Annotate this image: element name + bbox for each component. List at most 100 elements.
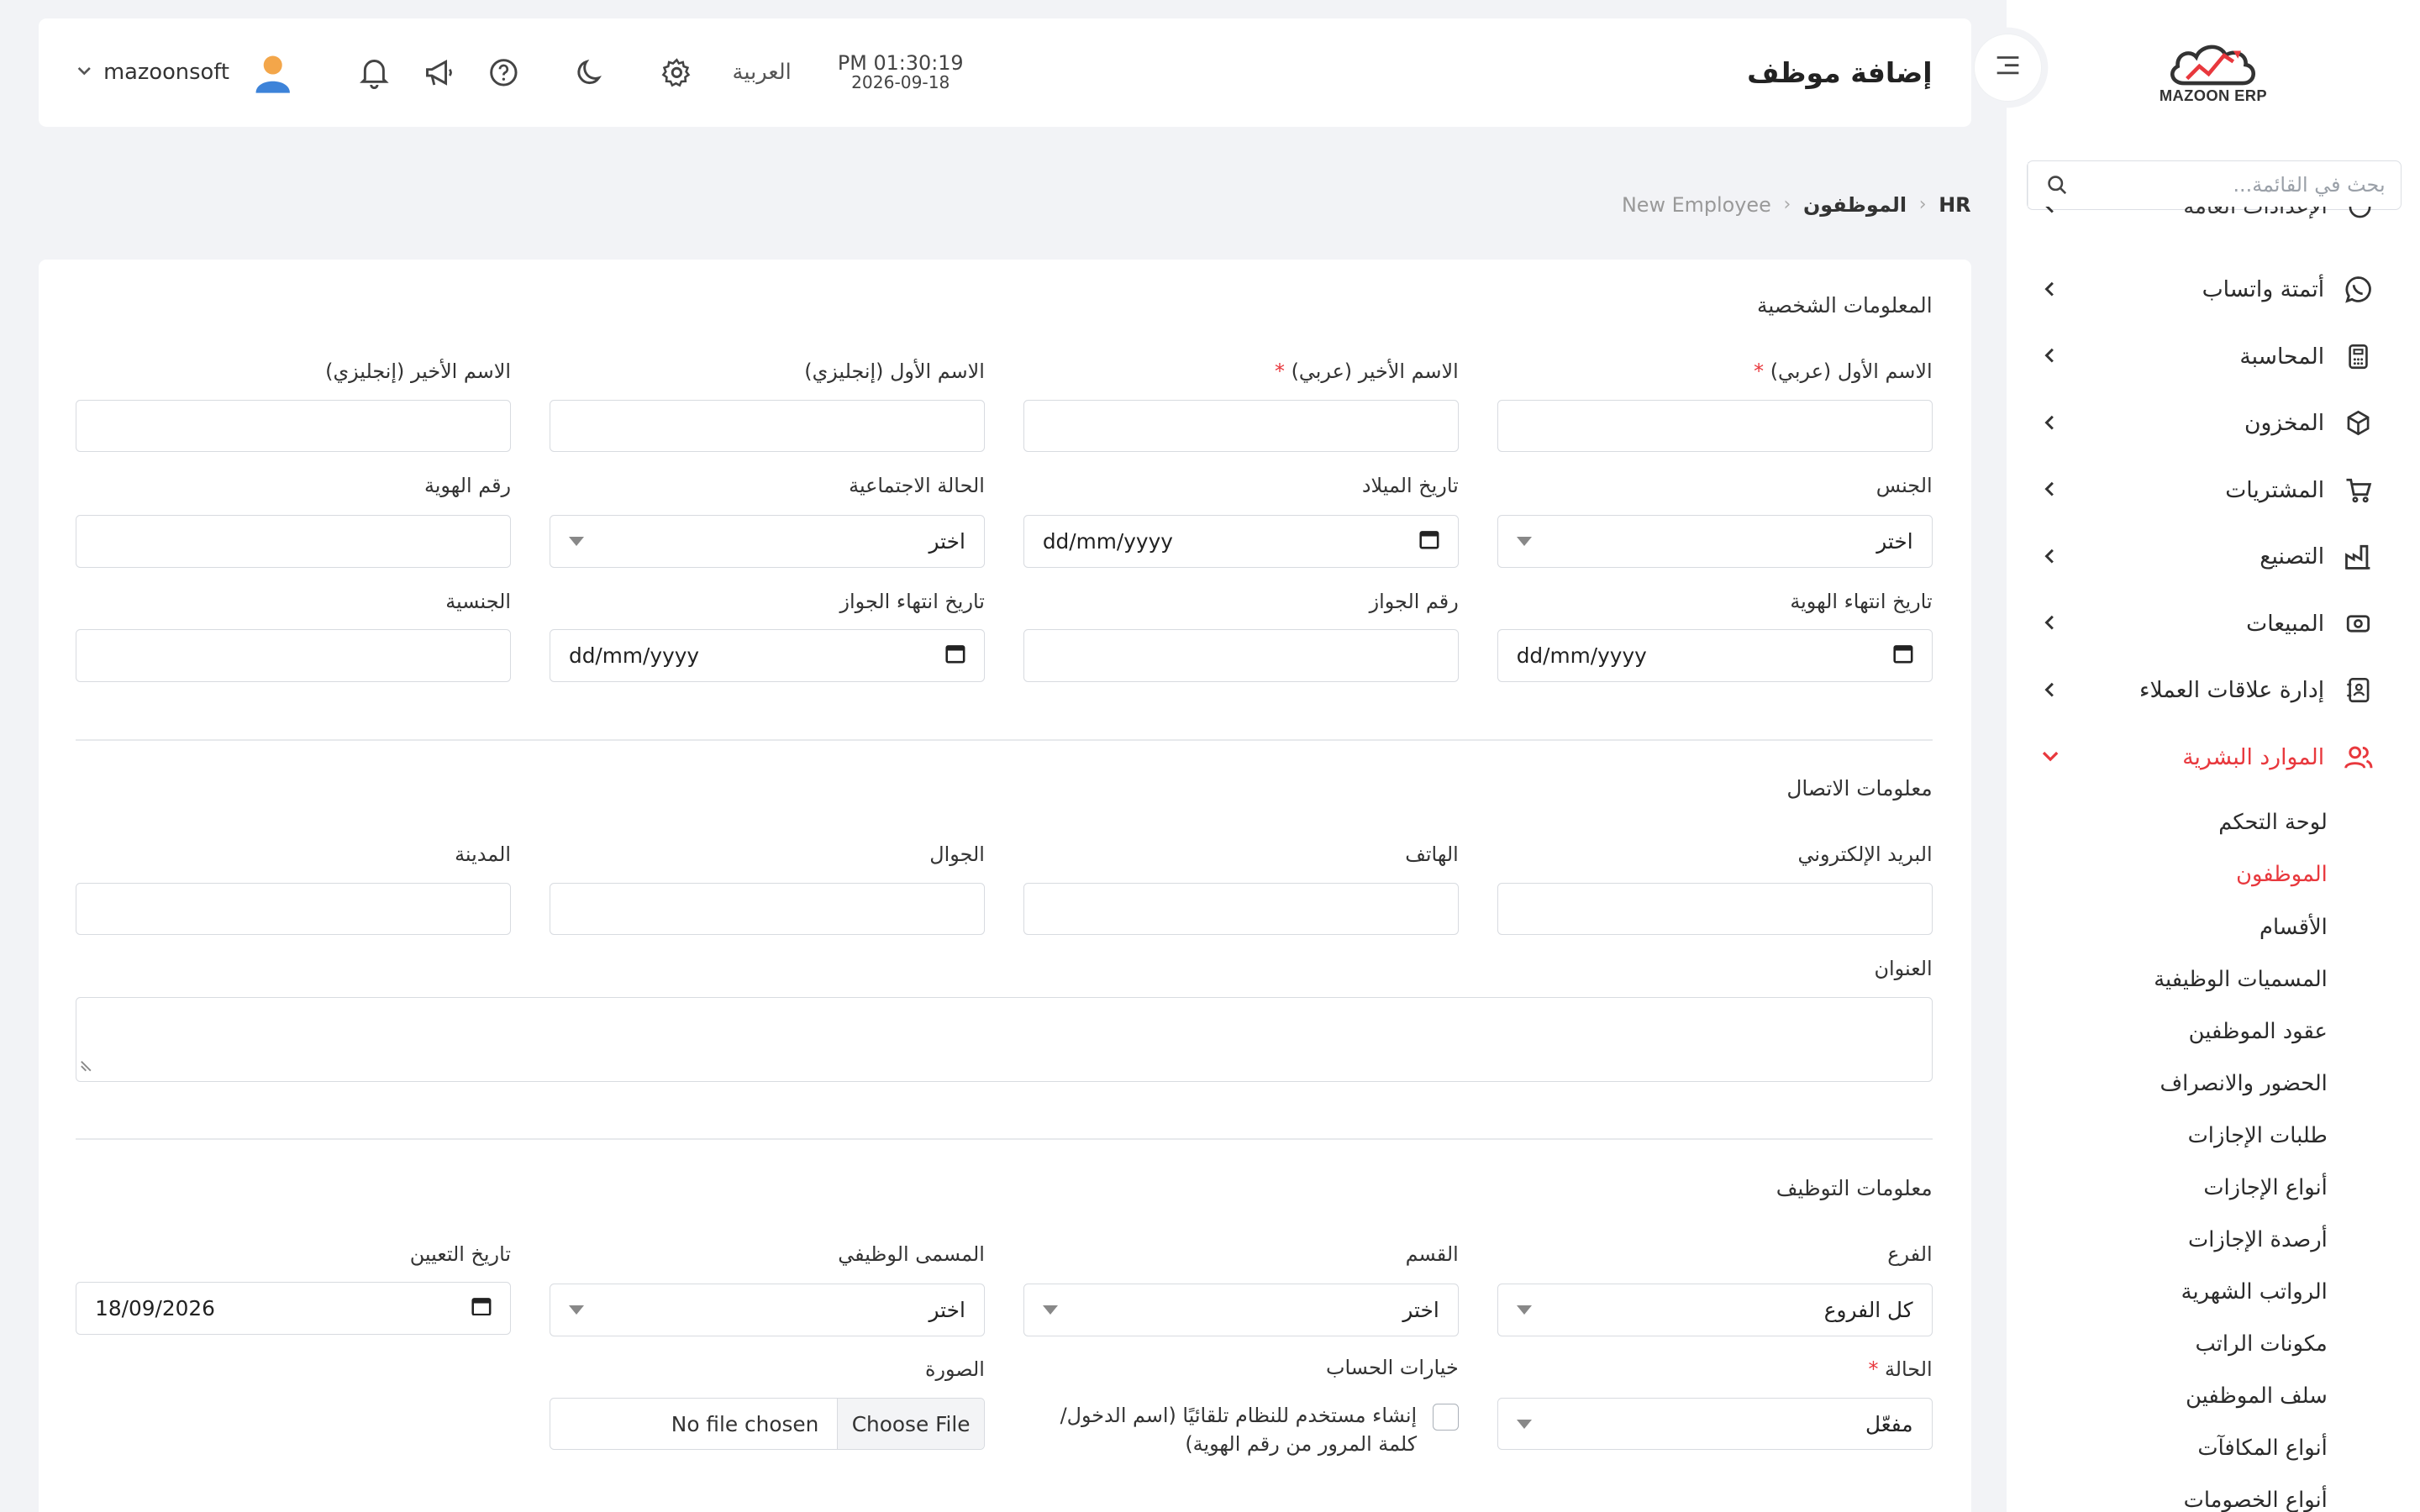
calendar-icon[interactable]: [1893, 643, 1913, 669]
sidebar-item-general-settings[interactable]: الإعدادات العامة: [2042, 207, 2374, 234]
nationality-input[interactable]: [76, 629, 511, 682]
first-name-ar-input[interactable]: [1497, 399, 1933, 453]
label-account-options: خيارات الحساب: [1326, 1356, 1459, 1380]
app-logo[interactable]: MAZOON ERP: [2158, 37, 2269, 114]
sidebar-item-manufacturing[interactable]: التصنيع: [2042, 523, 2374, 591]
label-gender: الجنس: [1876, 473, 1933, 497]
section-divider: [76, 1138, 1933, 1141]
mobile-input[interactable]: [549, 882, 985, 936]
moon-icon[interactable]: [572, 54, 609, 91]
passport-expiry-input[interactable]: dd/mm/yyyy: [549, 629, 985, 682]
sidebar-subitem-leave-balances[interactable]: أرصدة الإجازات: [2042, 1214, 2374, 1266]
sidebar-toggle-button[interactable]: [1974, 34, 2043, 102]
sidebar-subitem-leave-types[interactable]: أنواع الإجازات: [2042, 1162, 2374, 1214]
breadcrumb-root[interactable]: HR: [1939, 193, 1970, 217]
calendar-icon[interactable]: [471, 1296, 492, 1321]
sidebar-item-label: الموارد البشرية: [2182, 743, 2325, 770]
label-first-name-en: الاسم الأول (إنجليزي): [804, 359, 985, 383]
chevron-down-icon: [77, 64, 92, 82]
chevron-left-icon: [2042, 410, 2057, 436]
last-name-ar-input[interactable]: [1023, 399, 1459, 453]
first-name-en-input[interactable]: [549, 399, 985, 453]
department-select[interactable]: اختر: [1023, 1284, 1459, 1336]
city-input[interactable]: [76, 882, 511, 936]
label-nationality: الجنسية: [445, 589, 511, 613]
sidebar-subitem-job-titles[interactable]: المسميات الوظيفية: [2042, 953, 2374, 1005]
photo-file-input[interactable]: Choose File No file chosen: [549, 1398, 985, 1451]
avatar[interactable]: [251, 51, 294, 94]
create-user-checkbox-label[interactable]: إنشاء مستخدم للنظام تلقائيًا (اسم الدخول…: [1023, 1401, 1418, 1459]
sidebar-subitem-dashboard[interactable]: لوحة التحكم: [2042, 796, 2374, 848]
email-input[interactable]: [1497, 882, 1933, 936]
help-icon[interactable]: [486, 54, 523, 91]
sidebar-item-crm[interactable]: إدارة علاقات العملاء: [2042, 657, 2374, 724]
birth-date-input[interactable]: dd/mm/yyyy: [1023, 515, 1459, 568]
resize-handle-icon[interactable]: [80, 1053, 94, 1078]
sidebar-item-label: المبيعات: [2246, 610, 2325, 637]
marital-status-select[interactable]: اختر: [549, 515, 985, 568]
gear-icon[interactable]: [658, 54, 695, 91]
sidebar-item-label: أتمتة واتساب: [2202, 276, 2325, 303]
branch-select[interactable]: كل الفروع: [1497, 1284, 1933, 1336]
sidebar-subitem-payroll[interactable]: الرواتب الشهرية: [2042, 1266, 2374, 1318]
sidebar-subitem-advances[interactable]: سلف الموظفين: [2042, 1370, 2374, 1422]
gender-select[interactable]: اختر: [1497, 515, 1933, 568]
sidebar-subitem-contracts[interactable]: عقود الموظفين: [2042, 1005, 2374, 1058]
logo-text: MAZOON ERP: [2159, 86, 2267, 104]
label-status: الحالة *: [1868, 1357, 1933, 1382]
chevron-left-icon: [2042, 207, 2057, 219]
sidebar-item-hr[interactable]: الموارد البشرية: [2042, 724, 2374, 791]
passport-number-input[interactable]: [1023, 629, 1459, 682]
address-textarea[interactable]: [76, 996, 1933, 1082]
clock-date: 2026-09-18: [851, 72, 950, 93]
whatsapp-icon: [2343, 274, 2374, 305]
breadcrumb-section[interactable]: الموظفون: [1803, 193, 1907, 217]
create-user-option: إنشاء مستخدم للنظام تلقائيًا (اسم الدخول…: [1023, 1401, 1459, 1459]
label-marital-status: الحالة الاجتماعية: [849, 473, 985, 497]
megaphone-icon[interactable]: [421, 54, 458, 91]
sidebar-subitem-salary-components[interactable]: مكونات الراتب: [2042, 1318, 2374, 1370]
dropdown-arrow-icon: [1516, 1419, 1532, 1429]
contacts-icon: [2343, 675, 2374, 706]
user-menu[interactable]: mazoonsoft: [77, 60, 229, 85]
cart-icon: [2343, 475, 2374, 506]
sidebar-item-inventory[interactable]: المخزون: [2042, 390, 2374, 457]
header-actions: mazoonsoft العربية PM 01:30:19 2026-09-1…: [77, 51, 964, 94]
status-select[interactable]: مفعّل: [1497, 1398, 1933, 1451]
sidebar-subitem-employees[interactable]: الموظفون: [2042, 848, 2374, 900]
sidebar-subitem-leave-requests[interactable]: طلبات الإجازات: [2042, 1110, 2374, 1162]
search-icon[interactable]: [2027, 161, 2086, 208]
job-title-select[interactable]: اختر: [549, 1284, 985, 1336]
chevron-left-icon: [2042, 543, 2057, 570]
box-icon: [2343, 407, 2374, 438]
create-user-checkbox[interactable]: [1432, 1404, 1459, 1431]
sidebar-item-accounting[interactable]: المحاسبة: [2042, 323, 2374, 390]
id-number-input[interactable]: [76, 515, 511, 568]
chevron-left-icon: ‹: [1918, 194, 1927, 216]
sidebar-subitem-bonus-types[interactable]: أنواع المكافآت: [2042, 1422, 2374, 1474]
language-switch[interactable]: العربية: [733, 60, 792, 85]
id-expiry-input[interactable]: dd/mm/yyyy: [1497, 629, 1933, 682]
sidebar-item-sales[interactable]: المبيعات: [2042, 590, 2374, 657]
clock: PM 01:30:19 2026-09-18: [838, 53, 964, 92]
last-name-en-input[interactable]: [76, 399, 511, 453]
chevron-left-icon: [2042, 276, 2057, 302]
calendar-icon[interactable]: [945, 643, 965, 669]
sidebar-item-whatsapp[interactable]: أتمتة واتساب: [2042, 256, 2374, 323]
no-file-text: No file chosen: [671, 1411, 819, 1436]
label-job-title: المسمى الوظيفي: [838, 1242, 985, 1266]
choose-file-button[interactable]: Choose File: [837, 1399, 984, 1450]
label-email: البريد الإلكتروني: [1797, 842, 1933, 866]
hire-date-input[interactable]: 18/09/2026: [76, 1282, 511, 1335]
calendar-icon[interactable]: [1419, 529, 1439, 554]
phone-input[interactable]: [1023, 882, 1459, 936]
sidebar-item-purchases[interactable]: المشتريات: [2042, 456, 2374, 523]
bell-icon[interactable]: [355, 54, 392, 91]
calculator-icon: [2343, 341, 2374, 372]
chevron-left-icon: [2042, 611, 2057, 637]
sidebar-subitem-departments[interactable]: الأقسام: [2042, 901, 2374, 953]
sidebar-subitem-attendance[interactable]: الحضور والانصراف: [2042, 1058, 2374, 1110]
label-birth-date: تاريخ الميلاد: [1361, 473, 1459, 497]
sidebar-subitem-deduction-types[interactable]: أنواع الخصومات: [2042, 1474, 2374, 1512]
sidebar-search-input[interactable]: [2086, 163, 2401, 207]
